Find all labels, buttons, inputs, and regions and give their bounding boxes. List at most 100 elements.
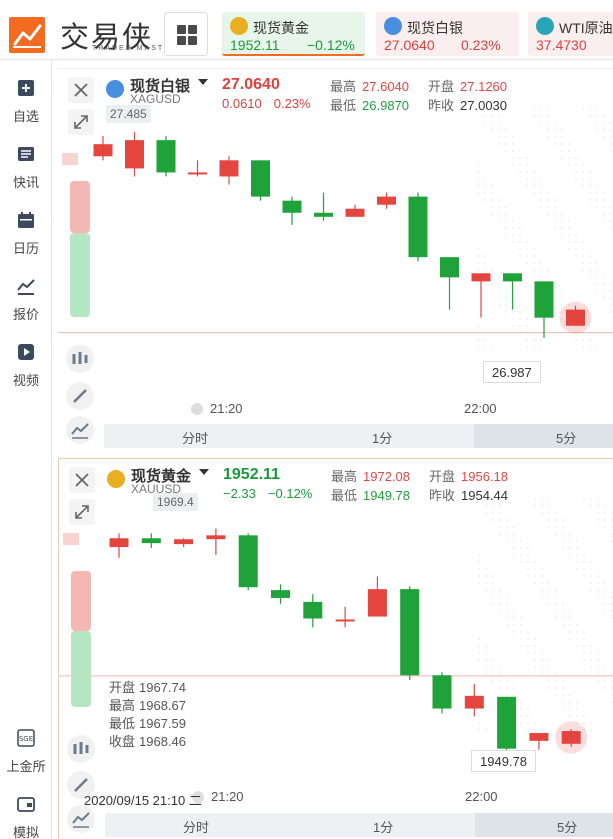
interval-tab-1[interactable]: 1分 bbox=[372, 428, 392, 447]
map-dot bbox=[477, 553, 481, 557]
ohlc-value: 1967.74 bbox=[139, 680, 187, 695]
map-dot bbox=[589, 721, 593, 725]
candle-body bbox=[464, 695, 484, 709]
map-dot bbox=[512, 539, 516, 543]
expand-chart-button[interactable] bbox=[69, 499, 95, 525]
price-change: 0.0610 0.23% bbox=[222, 96, 311, 111]
grid-menu-button[interactable] bbox=[164, 12, 208, 56]
interval-tab-2[interactable]: 5分 bbox=[557, 817, 577, 836]
ohlc-readout: 开盘 1967.74 最高 1968.67 最低 1967.59 收盘 1968.46 bbox=[109, 679, 186, 751]
close-chart-button[interactable] bbox=[68, 77, 94, 103]
map-dot bbox=[519, 707, 523, 711]
map-dot bbox=[561, 532, 565, 536]
sidebar-item-4[interactable]: 视频 bbox=[0, 342, 52, 402]
candlestick-chart[interactable] bbox=[59, 459, 613, 839]
map-dot bbox=[553, 296, 557, 300]
map-dot bbox=[561, 679, 565, 683]
expand-chart-button[interactable] bbox=[68, 109, 94, 135]
map-dot bbox=[554, 511, 558, 515]
time-label: 22:00 bbox=[464, 401, 497, 416]
close-chart-button[interactable] bbox=[69, 467, 95, 493]
chart-type-button[interactable] bbox=[67, 805, 95, 833]
candle bbox=[93, 136, 113, 161]
map-dot bbox=[497, 121, 501, 125]
ticker-tab-1[interactable]: 现货白银 27.0640 0.23% bbox=[376, 12, 519, 56]
sidebar-bottom-item-0[interactable]: SGE 上金所 bbox=[0, 728, 52, 788]
map-dot bbox=[512, 553, 516, 557]
sidebar-item-3[interactable]: 报价 bbox=[0, 276, 52, 336]
map-dot bbox=[595, 107, 599, 111]
map-dot bbox=[602, 205, 606, 209]
map-dot bbox=[602, 128, 606, 132]
chevron-down-icon[interactable] bbox=[199, 469, 209, 475]
sidebar-item-0[interactable]: 自选 bbox=[0, 78, 52, 138]
ticker-tab-2[interactable]: WTI原油 37.4730 bbox=[528, 12, 613, 56]
map-dot bbox=[532, 254, 536, 258]
ticker-tab-0[interactable]: 现货黄金 1952.11 −0.12% bbox=[222, 12, 365, 56]
crosshair-price-tag: 27.485 bbox=[106, 105, 151, 123]
map-dot bbox=[533, 497, 537, 501]
map-dot bbox=[588, 114, 592, 118]
map-dot bbox=[560, 142, 564, 146]
map-dot bbox=[568, 707, 572, 711]
draw-button[interactable] bbox=[66, 382, 94, 410]
map-dot bbox=[525, 163, 529, 167]
map-dot bbox=[525, 184, 529, 188]
map-dot bbox=[476, 324, 480, 328]
map-dot bbox=[540, 651, 544, 655]
map-dot bbox=[575, 714, 579, 718]
interval-tab-2[interactable]: 5分 bbox=[556, 428, 576, 447]
sidebar-item-2[interactable]: 日历 bbox=[0, 210, 52, 270]
map-dot bbox=[526, 651, 530, 655]
interval-tab-0[interactable]: 分时 bbox=[183, 817, 209, 836]
map-dot bbox=[511, 233, 515, 237]
map-dot bbox=[526, 644, 530, 648]
map-dot bbox=[518, 324, 522, 328]
map-dot bbox=[567, 240, 571, 244]
map-dot bbox=[476, 261, 480, 265]
map-dot bbox=[539, 177, 543, 181]
trend-line-icon bbox=[17, 279, 35, 295]
interval-tab-1[interactable]: 1分 bbox=[373, 817, 393, 836]
map-dot bbox=[477, 567, 481, 571]
map-dot bbox=[491, 504, 495, 508]
map-dot bbox=[602, 219, 606, 223]
indicator-button[interactable] bbox=[66, 345, 94, 373]
map-dot bbox=[547, 588, 551, 592]
map-dot bbox=[603, 588, 607, 592]
map-dot bbox=[595, 191, 599, 195]
map-dot bbox=[497, 128, 501, 132]
map-dot bbox=[540, 588, 544, 592]
map-dot bbox=[519, 721, 523, 725]
candlestick-chart[interactable] bbox=[58, 69, 613, 449]
map-dot bbox=[575, 546, 579, 550]
map-dot bbox=[547, 686, 551, 690]
candle bbox=[555, 721, 588, 754]
chart-type-button[interactable] bbox=[66, 416, 94, 444]
map-dot bbox=[504, 289, 508, 293]
chevron-down-icon[interactable] bbox=[198, 79, 208, 85]
map-dot bbox=[519, 539, 523, 543]
map-dot bbox=[476, 254, 480, 258]
map-dot bbox=[484, 644, 488, 648]
map-dot bbox=[491, 588, 495, 592]
map-dot bbox=[491, 665, 495, 669]
map-dot bbox=[553, 198, 557, 202]
map-dot bbox=[609, 128, 613, 132]
map-dot bbox=[553, 226, 557, 230]
map-dot bbox=[519, 623, 523, 627]
time-label: 21:20 bbox=[211, 789, 244, 804]
map-dot bbox=[491, 581, 495, 585]
map-dot bbox=[575, 560, 579, 564]
map-dot bbox=[476, 170, 480, 174]
sidebar-bottom-item-1[interactable]: 模拟 bbox=[0, 794, 52, 839]
map-dot bbox=[546, 205, 550, 209]
stat-label: 最低 bbox=[330, 98, 357, 113]
indicator-button[interactable] bbox=[67, 735, 95, 763]
map-dot bbox=[477, 574, 481, 578]
chart-panel-gold: 现货黄金 XAUUSD 1952.11 −2.33 −0.12% 最高 1972.08 开盘 1… bbox=[58, 458, 613, 839]
map-dot bbox=[519, 630, 523, 634]
scale-bar-down bbox=[70, 233, 90, 317]
sidebar-item-1[interactable]: 快讯 bbox=[0, 144, 52, 204]
interval-tab-0[interactable]: 分时 bbox=[182, 428, 208, 447]
